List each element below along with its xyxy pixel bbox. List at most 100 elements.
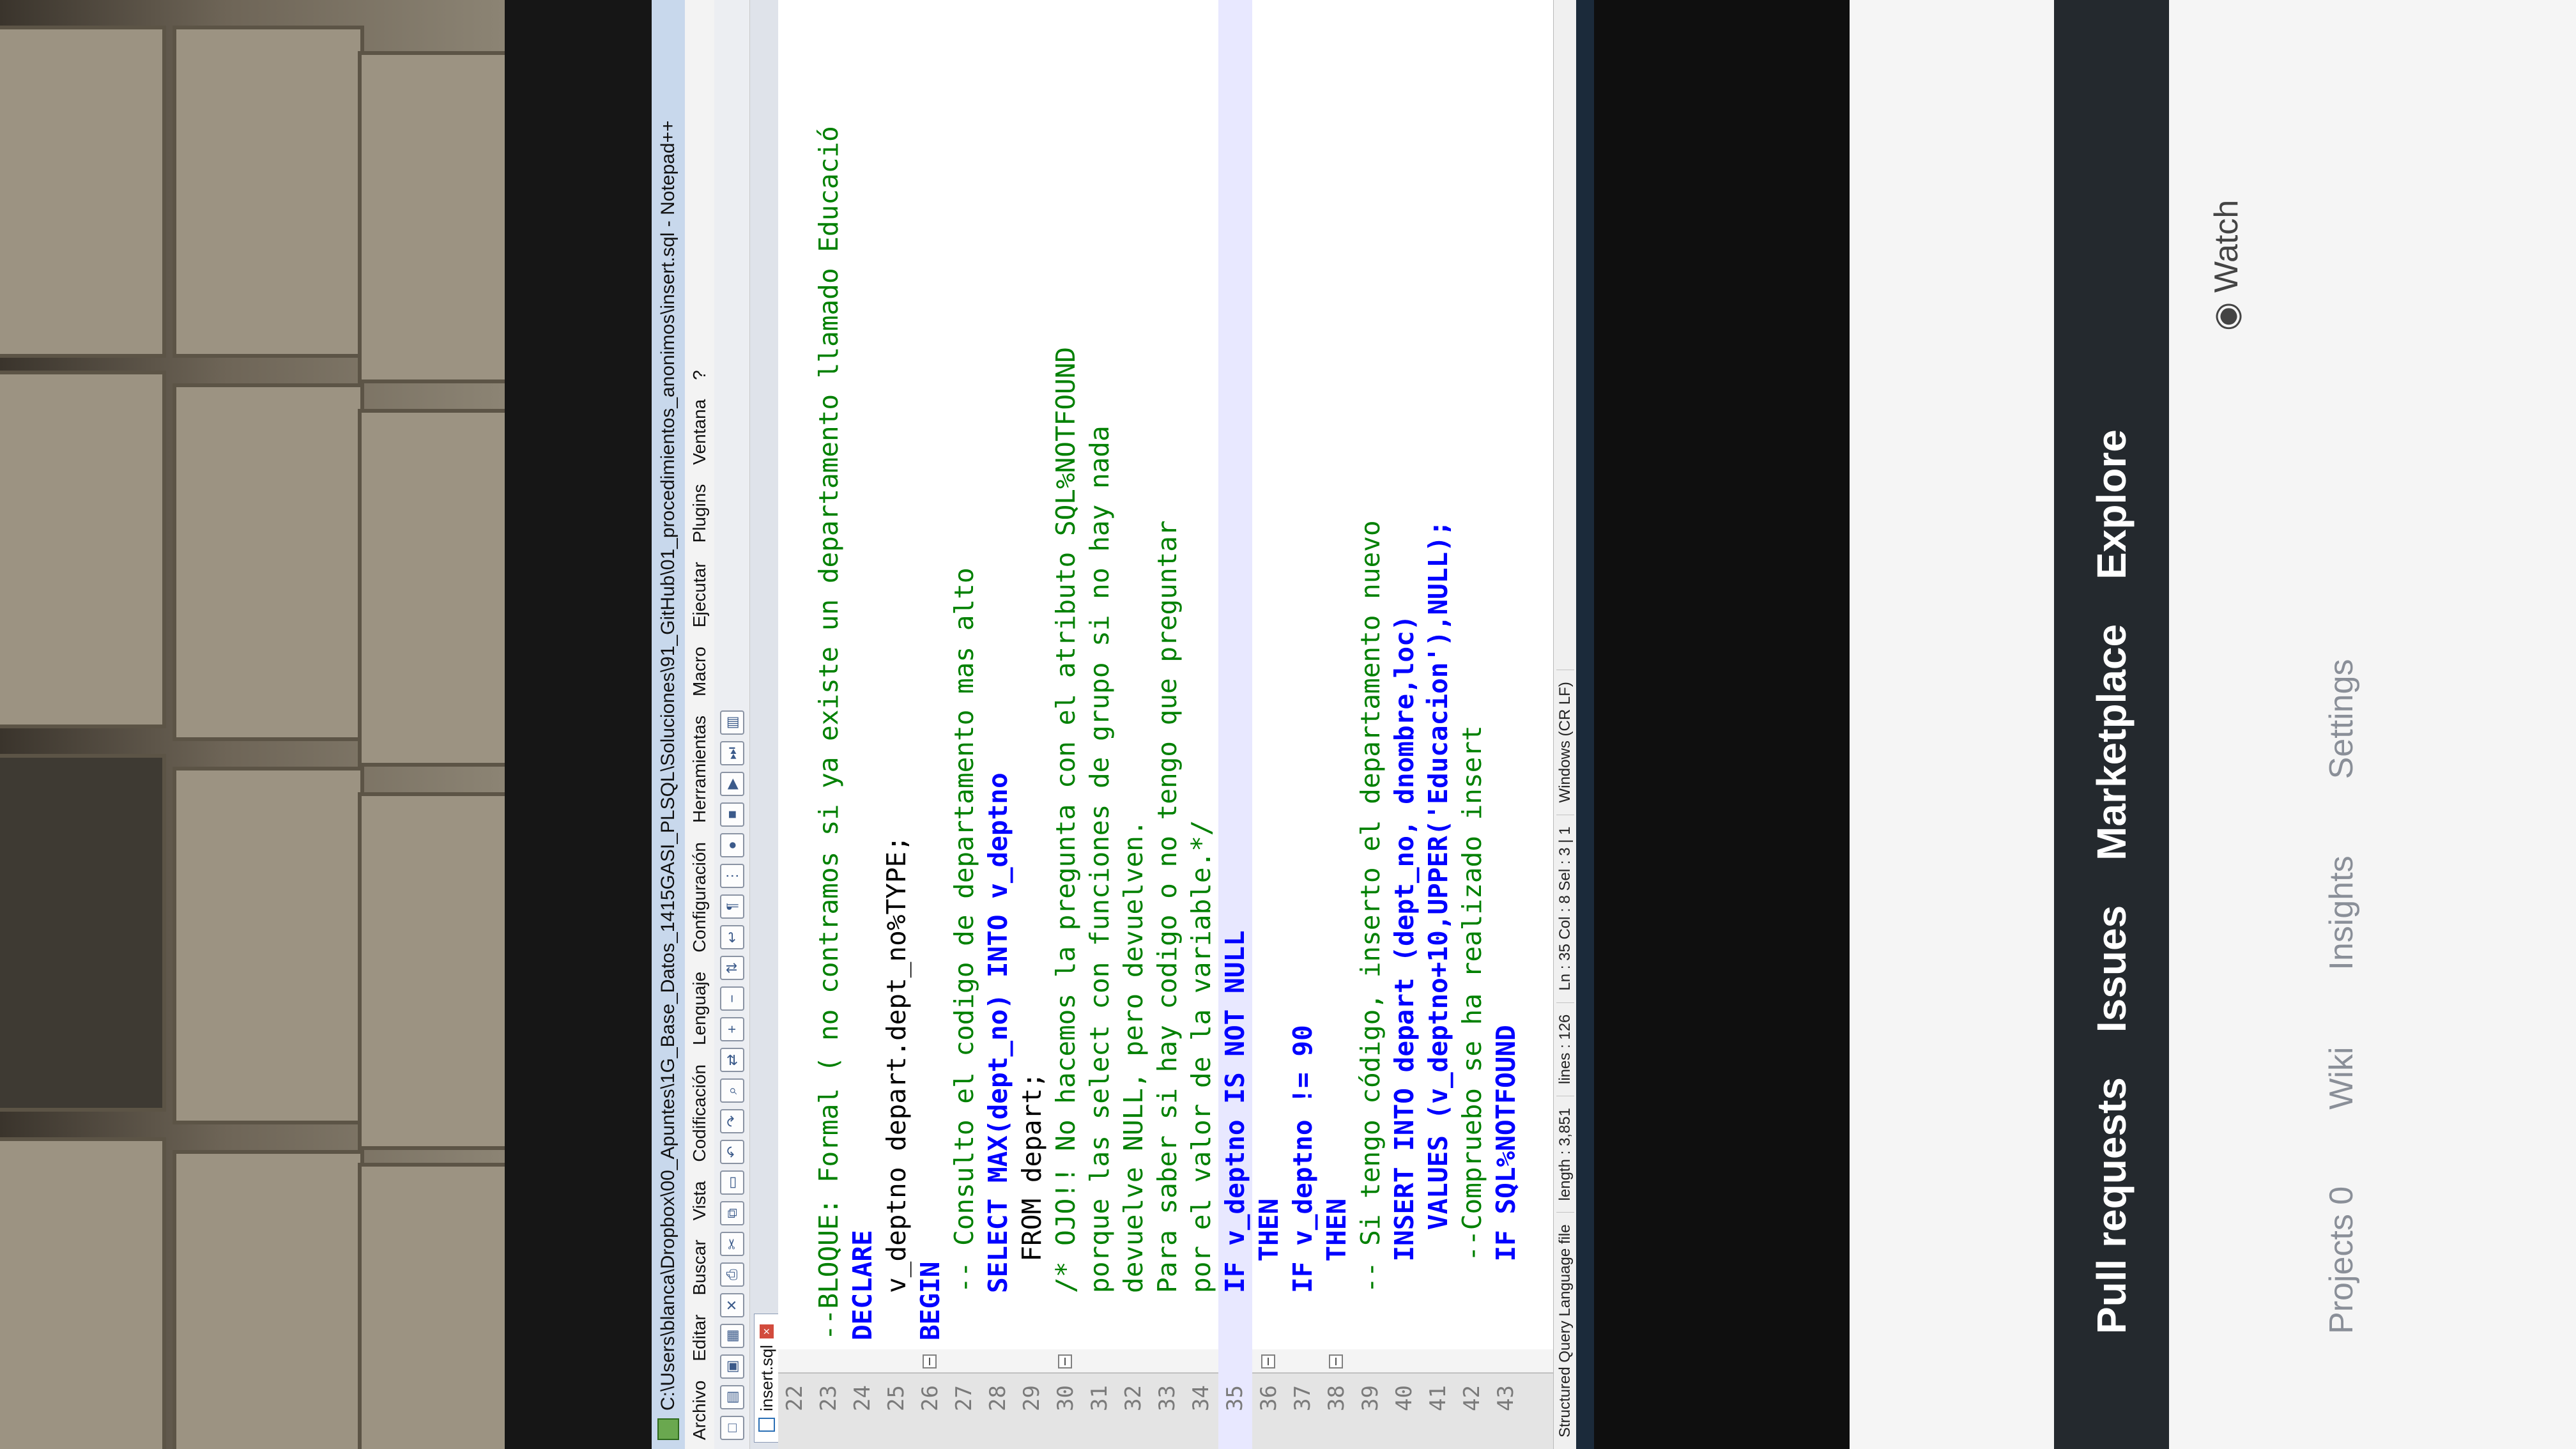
line-number: 22 — [782, 1385, 808, 1411]
fold-toggle-icon[interactable] — [923, 1354, 937, 1368]
code-text: porque las select con funciones de grupo… — [1084, 425, 1115, 1340]
line-number: 26 — [917, 1385, 943, 1411]
find-icon[interactable]: ⌕ — [719, 1078, 744, 1103]
tab-insights[interactable]: Insights — [2322, 855, 2361, 970]
replace-icon[interactable]: ⇄ — [719, 1048, 744, 1072]
cut-icon[interactable]: ✂ — [719, 1232, 744, 1256]
open-file-icon[interactable]: ▤ — [719, 1385, 744, 1409]
code-text: BEGIN — [915, 1261, 946, 1340]
menu-buscar[interactable]: Buscar — [689, 1239, 710, 1295]
line-number: 31 — [1087, 1385, 1112, 1411]
close-tab-icon[interactable]: × — [760, 1324, 774, 1338]
menu-macro[interactable]: Macro — [689, 647, 710, 696]
show-all-chars-icon[interactable]: ¶ — [719, 894, 744, 919]
nav-marketplace[interactable]: Marketplace — [2088, 624, 2135, 861]
code-line: 36 THEN — [1252, 0, 1286, 1449]
github-header: Pull requests Issues Marketplace Explore — [2054, 0, 2169, 1449]
menu-help[interactable]: ? — [689, 370, 710, 380]
save-macro-icon[interactable]: ▥ — [719, 710, 744, 735]
save-all-icon[interactable]: ▦ — [719, 1324, 744, 1348]
run-macro-icon[interactable]: ⏭ — [719, 741, 744, 765]
new-file-icon[interactable]: □ — [719, 1416, 744, 1440]
code-line: 41 VALUES (v_deptno+10,UPPER('Educacion'… — [1422, 0, 1455, 1449]
menu-vista[interactable]: Vista — [689, 1181, 710, 1221]
code-text: IF SQL%NOTFOUND — [1491, 1025, 1521, 1340]
code-text: /* OJO!! No hacemos la pregunta con el a… — [1050, 346, 1081, 1340]
file-icon — [758, 1418, 775, 1432]
code-text: SELECT MAX(dept_no) INTO v_deptno — [983, 772, 1013, 1340]
watch-label: Watch — [2208, 199, 2245, 293]
code-line: 24 DECLARE — [846, 0, 880, 1449]
save-icon[interactable]: ▣ — [719, 1354, 744, 1379]
code-line: 32 devuelve NULL, pero devuelven. — [1117, 0, 1151, 1449]
zoom-out-icon[interactable]: − — [719, 986, 744, 1011]
code-text: devuelve NULL, pero devuelven. — [1118, 820, 1149, 1340]
tab-bar: insert.sql × — [750, 0, 779, 1449]
current-code-line: 35 IF v_deptno IS NOT NULL — [1218, 0, 1252, 1449]
code-line: 34 por el valor de la variable.*/ — [1184, 0, 1218, 1449]
nav-issues[interactable]: Issues — [2088, 905, 2135, 1032]
line-number: 25 — [884, 1385, 909, 1411]
code-line: 30 /* OJO!! No hacemos la pregunta con e… — [1049, 0, 1083, 1449]
fold-toggle-icon[interactable] — [1058, 1354, 1072, 1368]
line-number: 37 — [1290, 1385, 1315, 1411]
tab-settings[interactable]: Settings — [2322, 659, 2361, 779]
sync-scroll-icon[interactable]: ⇅ — [719, 956, 744, 980]
code-text: v_deptno depart.dept_no%TYPE; — [881, 836, 912, 1340]
menu-plugins[interactable]: Plugins — [689, 484, 710, 543]
print-icon[interactable]: ⎙ — [719, 1262, 744, 1287]
word-wrap-icon[interactable]: ↩ — [719, 925, 744, 949]
close-file-icon[interactable]: ✕ — [719, 1293, 744, 1317]
monitor-gap — [1594, 0, 1850, 1449]
menu-configuracion[interactable]: Configuración — [689, 842, 710, 953]
record-macro-icon[interactable]: ● — [719, 833, 744, 857]
line-number: 23 — [816, 1385, 841, 1411]
code-text: THEN — [1254, 1198, 1284, 1340]
line-number: 34 — [1188, 1385, 1214, 1411]
line-number: 28 — [985, 1385, 1011, 1411]
code-editor[interactable]: 22 23 --BLOQUE: Formal ( no contramos si… — [778, 0, 1553, 1449]
line-number: 35 — [1222, 1385, 1248, 1411]
monitor-bezel — [505, 0, 652, 1449]
code-line: 28 SELECT MAX(dept_no) INTO v_deptno — [981, 0, 1015, 1449]
menu-codificacion[interactable]: Codificación — [689, 1064, 710, 1162]
status-length: length : 3,851 — [1556, 1096, 1574, 1213]
code-line: 27 -- Consulto el codigo de departamento… — [947, 0, 981, 1449]
code-text: --Compruebo se ha realizado insert — [1457, 725, 1487, 1340]
line-number: 40 — [1392, 1385, 1417, 1411]
code-line: 42 --Compruebo se ha realizado insert — [1455, 0, 1489, 1449]
menu-editar[interactable]: Editar — [689, 1314, 710, 1361]
window-title: C:\Users\blanca\Dropbox\00_Apuntes\1G_Ba… — [657, 120, 678, 1411]
nav-explore[interactable]: Explore — [2088, 429, 2135, 579]
indent-guide-icon[interactable]: ⋮ — [719, 864, 744, 888]
watch-button[interactable]: ◉ Watch — [2207, 200, 2246, 331]
code-line: 23 --BLOQUE: Formal ( no contramos si ya… — [812, 0, 846, 1449]
status-lines: lines : 126 — [1556, 1002, 1574, 1096]
fold-toggle-icon[interactable] — [1261, 1354, 1275, 1368]
code-line: 26 BEGIN — [914, 0, 947, 1449]
undo-icon[interactable]: ↶ — [719, 1140, 744, 1164]
paste-icon[interactable]: ▭ — [719, 1170, 744, 1195]
play-macro-icon[interactable]: ▶ — [719, 772, 744, 796]
fold-toggle-icon[interactable] — [1329, 1354, 1343, 1368]
zoom-in-icon[interactable]: + — [719, 1017, 744, 1041]
line-number: 32 — [1121, 1385, 1146, 1411]
menu-herramientas[interactable]: Herramientas — [689, 716, 710, 823]
code-line: 22 — [778, 0, 812, 1449]
menu-archivo[interactable]: Archivo — [689, 1381, 710, 1440]
menu-ejecutar[interactable]: Ejecutar — [689, 562, 710, 627]
nav-pull-requests[interactable]: Pull requests — [2088, 1077, 2135, 1334]
tab-projects[interactable]: Projects 0 — [2322, 1186, 2361, 1334]
line-number: 33 — [1154, 1385, 1180, 1411]
menu-ventana[interactable]: Ventana — [689, 399, 710, 465]
tab-label: insert.sql — [756, 1344, 776, 1411]
menu-lenguaje[interactable]: Lenguaje — [689, 972, 710, 1045]
code-text: --BLOQUE: Formal ( no contramos si ya ex… — [813, 126, 844, 1340]
tab-insert-sql[interactable]: insert.sql × — [754, 1313, 779, 1443]
stop-macro-icon[interactable]: ■ — [719, 802, 744, 827]
tab-wiki[interactable]: Wiki — [2322, 1047, 2361, 1110]
redo-icon[interactable]: ↷ — [719, 1109, 744, 1133]
line-number: 43 — [1493, 1385, 1519, 1411]
copy-icon[interactable]: ⧉ — [719, 1201, 744, 1225]
notepadpp-window: C:\Users\blanca\Dropbox\00_Apuntes\1G_Ba… — [652, 0, 1594, 1449]
